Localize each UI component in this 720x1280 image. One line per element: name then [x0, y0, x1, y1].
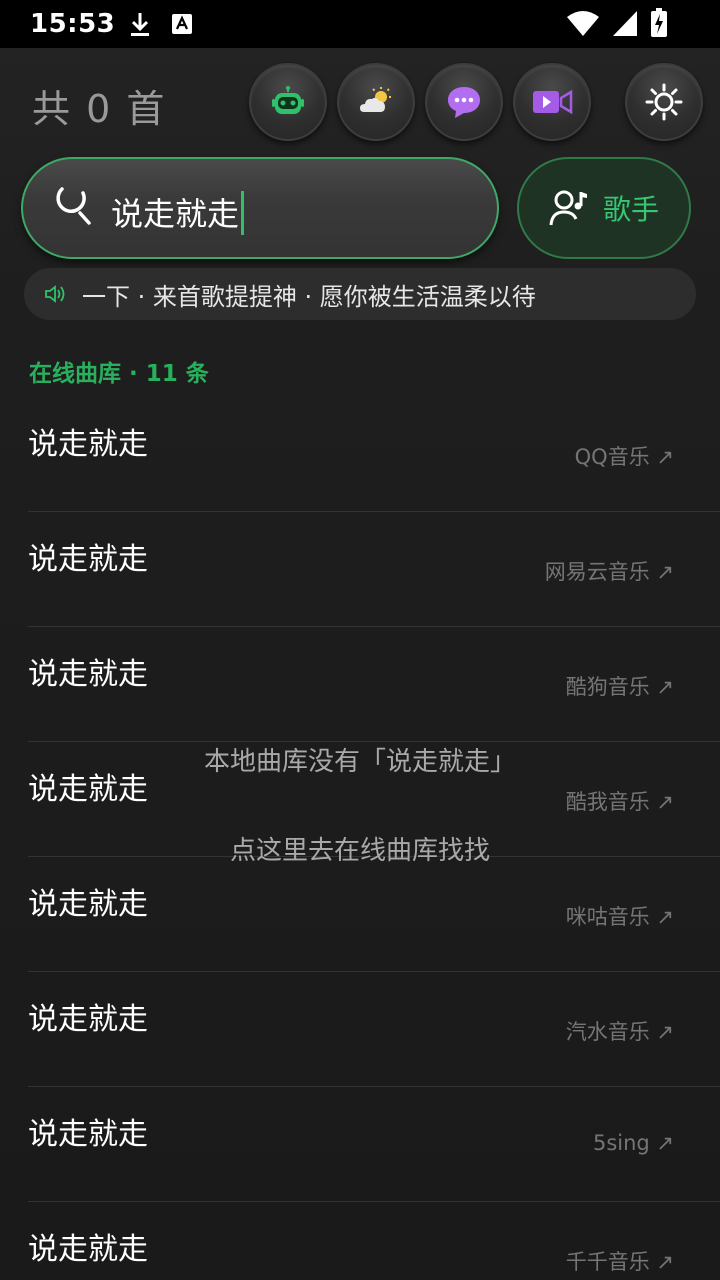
keyboard-a-icon [172, 14, 193, 34]
chat-icon [448, 87, 480, 118]
result-row-qq[interactable]: 说走就走 QQ音乐 ↗ [28, 397, 720, 512]
result-row-netease[interactable]: 说走就走 网易云音乐 ↗ [28, 512, 720, 627]
result-row-kugou[interactable]: 说走就走 酷狗音乐 ↗ [28, 627, 720, 742]
video-button[interactable] [513, 63, 591, 141]
ticker-text: 一下 · 来首歌提提神 · 愿你被生活温柔以待 [82, 282, 536, 311]
result-source-link[interactable]: 酷狗音乐 ↗ [566, 671, 674, 701]
song-count: 共 0 首 [32, 87, 167, 131]
result-source-link[interactable]: 酷我音乐 ↗ [566, 786, 674, 816]
gear-icon [645, 83, 683, 121]
status-bar: 15:53 [0, 0, 720, 48]
video-icon [533, 89, 573, 115]
signal-icon [613, 11, 637, 36]
singer-button-label: 歌手 [602, 193, 659, 226]
result-source-link[interactable]: 千千音乐 ↗ [566, 1246, 674, 1276]
result-title: 说走就走 [28, 542, 148, 577]
result-row-qishui[interactable]: 说走就走 汽水音乐 ↗ [28, 972, 720, 1087]
search-online-link[interactable]: 点这里去在线曲库找找 [0, 830, 720, 867]
robot-button[interactable] [249, 63, 327, 141]
result-row-5sing[interactable]: 说走就走 5sing ↗ [28, 1087, 720, 1202]
result-title: 说走就走 [28, 1232, 148, 1267]
announcement-ticker: 一下 · 来首歌提提神 · 愿你被生活温柔以待 [24, 268, 696, 320]
speaker-icon [45, 285, 65, 303]
robot-icon [272, 86, 304, 114]
singer-button[interactable]: 歌手 [517, 157, 691, 259]
battery-charging-icon [651, 8, 667, 37]
result-title: 说走就走 [28, 887, 148, 922]
search-box[interactable]: 说走就走 [21, 157, 499, 259]
result-title: 说走就走 [28, 427, 148, 462]
download-icon [131, 13, 150, 36]
singer-icon [549, 190, 587, 226]
weather-button[interactable] [337, 63, 415, 141]
weather-icon [360, 87, 391, 112]
search-input[interactable]: 说走就走 [111, 189, 245, 235]
settings-button[interactable] [625, 63, 703, 141]
result-row-migu[interactable]: 说走就走 咪咕音乐 ↗ [28, 857, 720, 972]
result-source-link[interactable]: 网易云音乐 ↗ [545, 556, 674, 586]
result-title: 说走就走 [28, 657, 148, 692]
status-time: 15:53 [30, 9, 116, 39]
result-source-link[interactable]: 咪咕音乐 ↗ [566, 901, 674, 931]
result-title: 说走就走 [28, 1002, 148, 1037]
wifi-icon [567, 11, 599, 36]
online-library-title: 在线曲库 · 11 条 [29, 361, 209, 387]
result-title: 说走就走 [28, 1117, 148, 1152]
local-empty-message: 本地曲库没有「说走就走」 [203, 747, 516, 777]
search-input-value: 说走就走 [111, 195, 240, 233]
screen: 15:53 共 0 首 说走就走 歌手 一下 · 来首歌提提神 · 愿你被生活温… [0, 0, 720, 1280]
chat-button[interactable] [425, 63, 503, 141]
search-icon [56, 187, 91, 225]
result-row-qianqian[interactable]: 说走就走 千千音乐 ↗ [28, 1202, 720, 1280]
result-source-link[interactable]: 5sing ↗ [593, 1131, 674, 1155]
result-source-link[interactable]: QQ音乐 ↗ [575, 441, 674, 471]
text-caret [241, 191, 245, 235]
result-source-link[interactable]: 汽水音乐 ↗ [566, 1016, 674, 1046]
